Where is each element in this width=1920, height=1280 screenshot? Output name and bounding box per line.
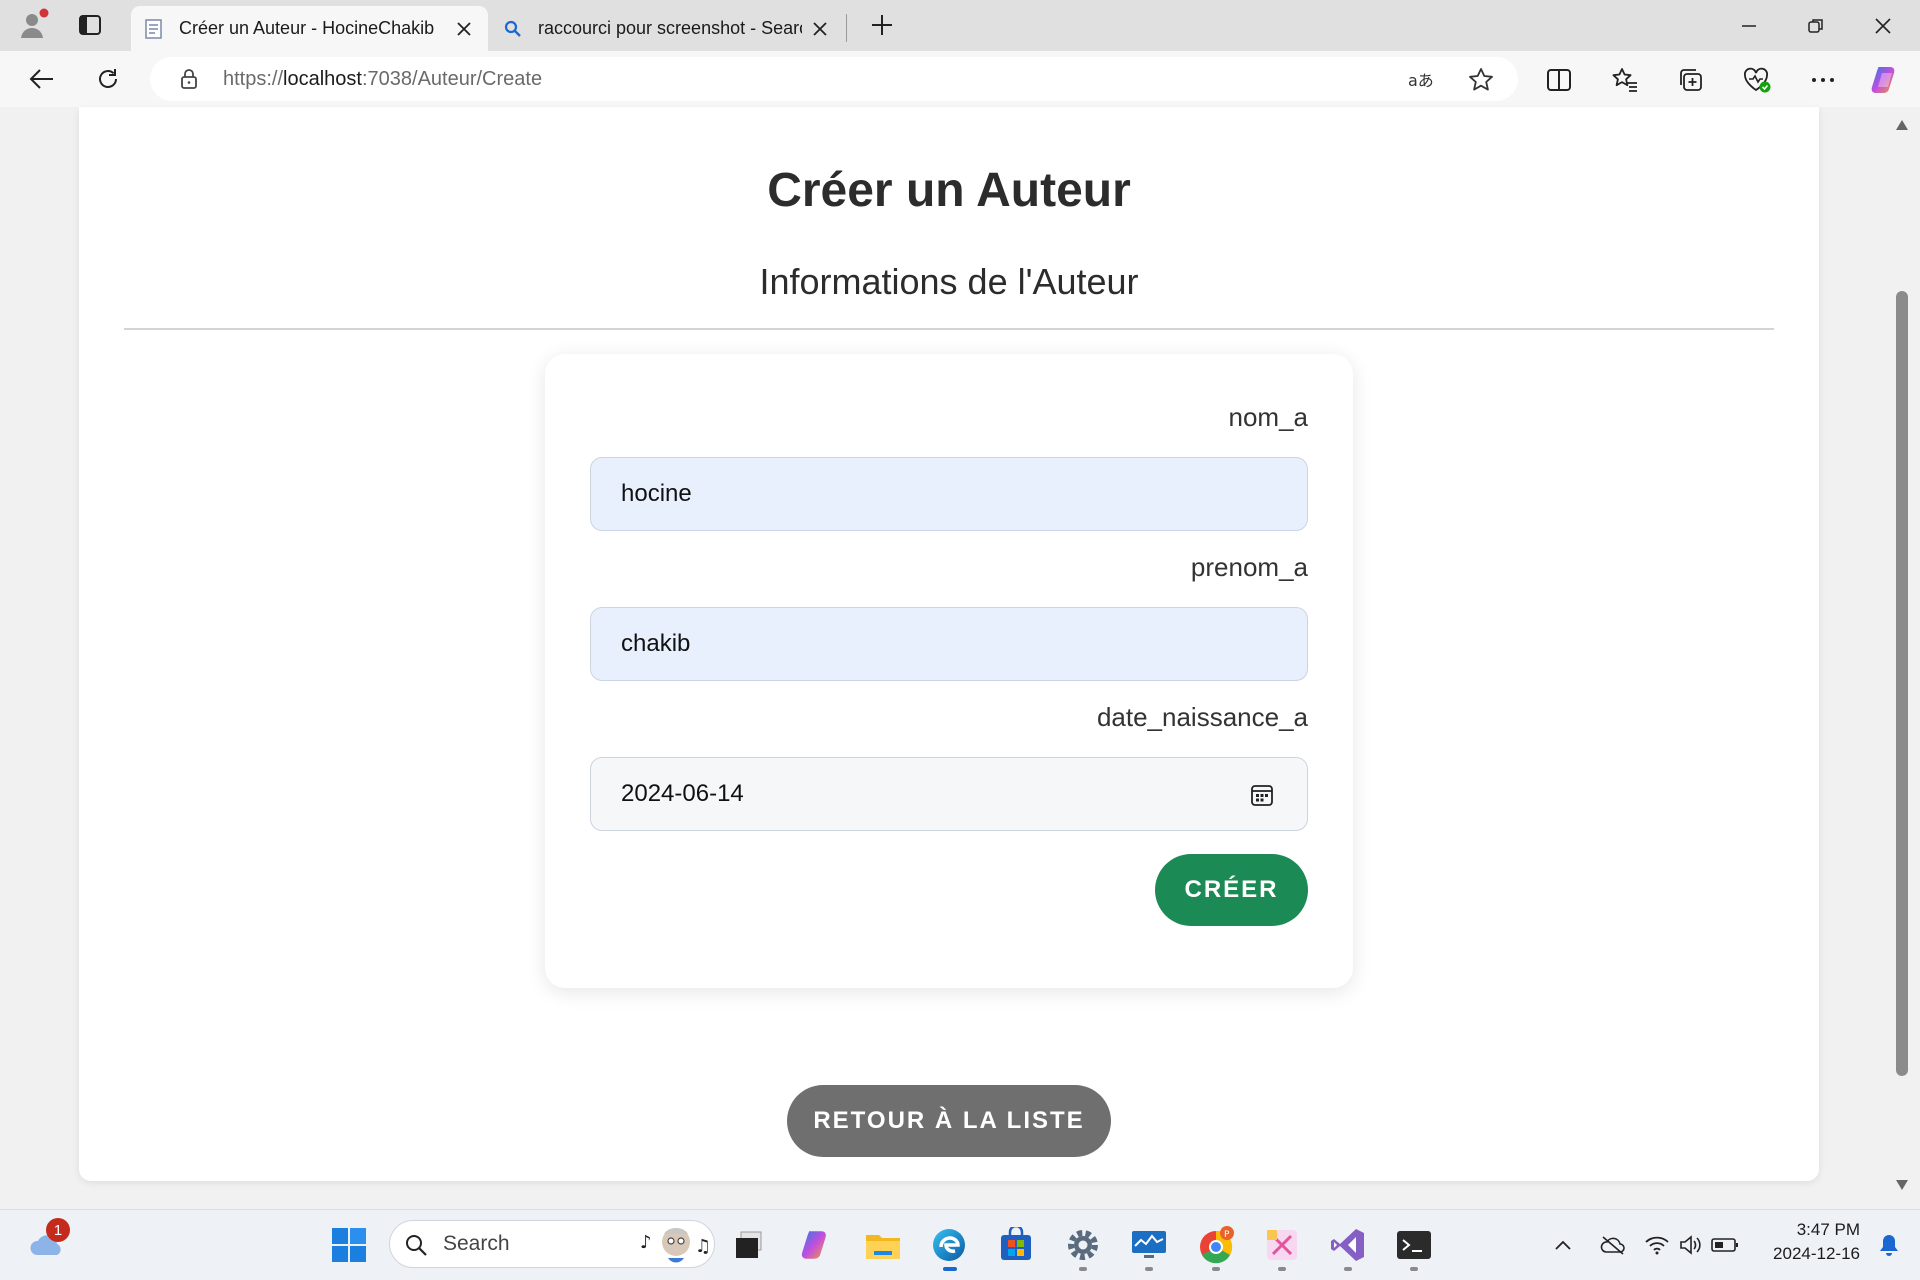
- prenom-input[interactable]: chakib: [590, 607, 1308, 681]
- page-title: Créer un Auteur: [767, 164, 1131, 217]
- tab-inactive[interactable]: raccourci pour screenshot - Search: [490, 6, 844, 51]
- file-explorer-icon[interactable]: [860, 1222, 906, 1268]
- split-screen-icon[interactable]: [1540, 63, 1578, 97]
- scroll-down-icon[interactable]: [1894, 1178, 1910, 1192]
- url-path: :7038/Auteur/Create: [361, 68, 543, 90]
- search-icon: [404, 1233, 428, 1257]
- store-icon[interactable]: [993, 1222, 1039, 1268]
- read-aloud-icon[interactable]: aあ: [1404, 63, 1438, 97]
- svg-text:aあ: aあ: [1408, 71, 1434, 90]
- settings-icon[interactable]: [1060, 1222, 1106, 1268]
- scroll-up-icon[interactable]: [1894, 118, 1910, 132]
- copilot-app-icon[interactable]: [793, 1222, 839, 1268]
- close-window-icon[interactable]: [1860, 6, 1906, 46]
- visual-studio-icon[interactable]: [1325, 1222, 1371, 1268]
- close-tab-icon[interactable]: [808, 17, 832, 41]
- divider: [124, 328, 1774, 330]
- page-icon: [143, 18, 165, 40]
- minimize-icon[interactable]: [1726, 6, 1772, 46]
- start-icon[interactable]: [326, 1222, 372, 1268]
- calendar-icon[interactable]: [1249, 782, 1275, 808]
- copilot-icon[interactable]: [1866, 61, 1904, 99]
- svg-text:♫: ♫: [695, 1236, 711, 1257]
- running-indicator: [1344, 1267, 1352, 1271]
- url-host: localhost: [283, 68, 362, 90]
- favorite-star-icon[interactable]: [1464, 63, 1498, 97]
- terminal-icon[interactable]: [1391, 1222, 1437, 1268]
- onedrive-icon[interactable]: [1590, 1222, 1636, 1268]
- lock-icon[interactable]: [176, 66, 202, 92]
- date-input[interactable]: 2024-06-14: [590, 757, 1308, 831]
- search-placeholder: Search: [443, 1232, 510, 1255]
- page-subtitle: Informations de l'Auteur: [759, 261, 1139, 302]
- search-icon: [502, 18, 524, 40]
- tab-title: Créer un Auteur - HocineChakib: [179, 18, 435, 38]
- snipping-icon[interactable]: [1259, 1222, 1305, 1268]
- prenom-input-value: chakib: [621, 630, 691, 657]
- back-to-list-button[interactable]: RETOUR À LA LISTE: [787, 1085, 1111, 1157]
- tab-active[interactable]: Créer un Auteur - HocineChakib: [131, 6, 488, 51]
- clock-date[interactable]: 2024-12-16: [1740, 1244, 1860, 1264]
- nom-label: nom_a: [1228, 402, 1309, 432]
- search-highlight-icon: ♪ ♫: [640, 1222, 714, 1264]
- monitor-icon[interactable]: [1126, 1222, 1172, 1268]
- profile-icon[interactable]: [14, 8, 54, 42]
- create-button[interactable]: CRÉER: [1155, 854, 1308, 926]
- nom-input[interactable]: hocine: [590, 457, 1308, 531]
- url-scheme: https://: [223, 68, 284, 90]
- url-text[interactable]: https://localhost:7038/Auteur/Create: [223, 66, 542, 92]
- nom-input-value: hocine: [621, 480, 692, 507]
- date-input-value: 2024-06-14: [621, 780, 744, 807]
- notification-bell-icon[interactable]: [1866, 1222, 1912, 1268]
- collections-icon[interactable]: [1672, 63, 1710, 97]
- chrome-icon[interactable]: P: [1193, 1222, 1239, 1268]
- more-icon[interactable]: [1804, 63, 1842, 97]
- svg-text:♪: ♪: [640, 1232, 652, 1253]
- favorites-icon[interactable]: [1606, 63, 1644, 97]
- browser-essentials-icon[interactable]: [1738, 63, 1776, 97]
- running-indicator: [1145, 1267, 1153, 1271]
- back-icon[interactable]: [22, 61, 62, 97]
- chevron-up-icon[interactable]: [1540, 1222, 1586, 1268]
- weather-badge: 1: [46, 1218, 70, 1242]
- prenom-label: prenom_a: [1190, 552, 1308, 582]
- tab-actions-icon[interactable]: [70, 8, 110, 42]
- svg-text:P: P: [1224, 1230, 1230, 1240]
- active-indicator: [943, 1267, 957, 1271]
- content-card: Créer un Auteur Informations de l'Auteur…: [79, 107, 1819, 1181]
- running-indicator: [1410, 1267, 1418, 1271]
- author-form: nom_a hocine prenom_a chakib date_naissa…: [545, 354, 1353, 988]
- running-indicator: [1278, 1267, 1286, 1271]
- clock-time[interactable]: 3:47 PM: [1760, 1220, 1860, 1240]
- running-indicator: [1079, 1267, 1087, 1271]
- scrollbar-thumb[interactable]: [1896, 291, 1908, 1076]
- page-viewport: Créer un Auteur Informations de l'Auteur…: [0, 107, 1920, 1209]
- restore-icon[interactable]: [1793, 6, 1839, 46]
- tab-title: raccourci pour screenshot - Search: [538, 18, 802, 38]
- running-indicator: [1212, 1267, 1220, 1271]
- date-label: date_naissance_a: [1096, 702, 1308, 732]
- task-view-icon[interactable]: [726, 1222, 772, 1268]
- close-tab-icon[interactable]: [452, 17, 476, 41]
- reload-icon[interactable]: [88, 61, 128, 97]
- new-tab-icon[interactable]: [862, 8, 902, 42]
- edge-icon[interactable]: [926, 1222, 972, 1268]
- tab-divider: [846, 14, 847, 42]
